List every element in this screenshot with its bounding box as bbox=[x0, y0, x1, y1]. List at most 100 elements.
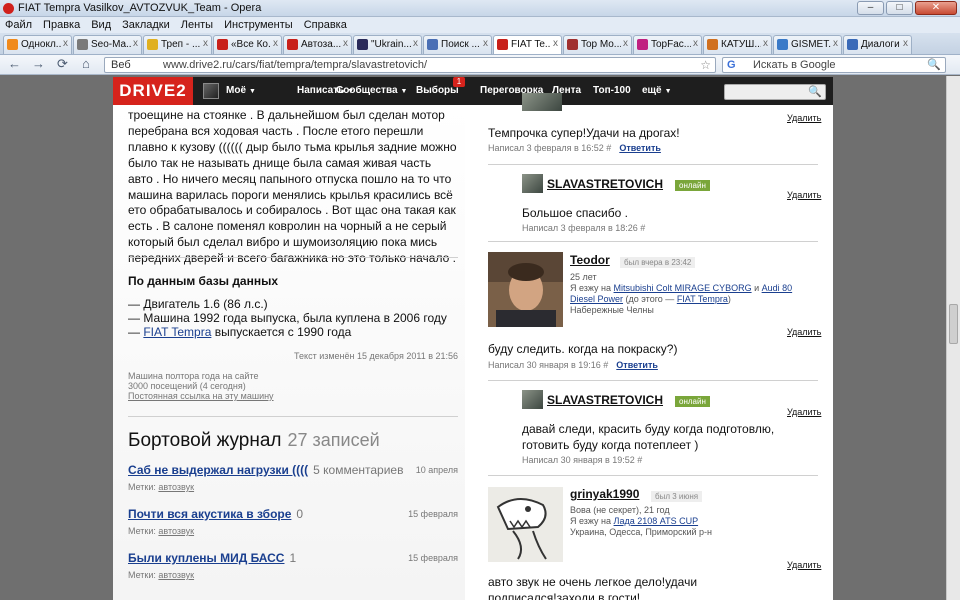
tab-close-icon[interactable]: x bbox=[623, 38, 628, 49]
reload-button[interactable]: ⟳ bbox=[57, 57, 68, 71]
tab-close-icon[interactable]: x bbox=[483, 38, 488, 49]
tag-link[interactable]: автозвук bbox=[158, 570, 194, 580]
menu-item[interactable]: Файл bbox=[0, 18, 38, 31]
minimize-button[interactable]: – bbox=[857, 1, 884, 15]
site-nav-label: ещё bbox=[642, 85, 662, 96]
delete-link[interactable]: Удалить bbox=[787, 327, 821, 337]
logbook-title[interactable]: Бортовой журнал bbox=[128, 430, 282, 451]
tab-label: GISMET... bbox=[791, 39, 831, 50]
tab-favicon-icon bbox=[7, 39, 18, 50]
menu-item[interactable]: Вид bbox=[86, 18, 117, 31]
site-nav-item[interactable]: Выборы bbox=[416, 85, 459, 96]
tab-close-icon[interactable]: x bbox=[63, 38, 68, 49]
drive2-logo[interactable]: DRIVE2 bbox=[113, 77, 193, 105]
site-nav-item[interactable]: Моё ▼ bbox=[226, 85, 256, 96]
tab-close-icon[interactable]: x bbox=[133, 38, 138, 49]
site-nav-item[interactable]: ещё ▼ bbox=[642, 85, 672, 96]
menu-item[interactable]: Ленты bbox=[176, 18, 219, 31]
search-icon[interactable]: 🔍 bbox=[927, 58, 941, 71]
menu-item[interactable]: Закладки bbox=[117, 18, 176, 31]
tag-link[interactable]: автозвук bbox=[158, 526, 194, 536]
username-link[interactable]: Teodor bbox=[570, 253, 610, 267]
browser-tab[interactable]: Top Mo... x bbox=[563, 35, 632, 54]
site-search-input[interactable]: 🔍 bbox=[724, 84, 826, 100]
entry-title-link[interactable]: Были куплены МИД БАСС bbox=[128, 551, 284, 565]
back-button[interactable]: ← bbox=[8, 57, 21, 71]
username-link[interactable]: grinyak1990 bbox=[570, 487, 639, 501]
reply-link[interactable]: Ответить bbox=[616, 360, 658, 370]
tab-favicon-icon bbox=[637, 39, 648, 50]
divider bbox=[488, 241, 818, 242]
username-link[interactable]: SLAVASTRETOVICH bbox=[547, 177, 663, 191]
slavastretovich-avatar[interactable] bbox=[522, 390, 543, 409]
divider bbox=[488, 164, 818, 165]
delete-link[interactable]: Удалить bbox=[787, 407, 821, 417]
browser-tab[interactable]: Однокл... x bbox=[3, 35, 72, 54]
home-button[interactable]: ⌂ bbox=[82, 57, 90, 71]
tab-close-icon[interactable]: x bbox=[413, 38, 418, 49]
teodor-avatar[interactable] bbox=[488, 252, 563, 327]
google-search-field[interactable]: G Искать в Google 🔍 bbox=[722, 57, 946, 73]
divider bbox=[128, 416, 458, 417]
user-avatar-icon[interactable] bbox=[203, 83, 219, 99]
tab-close-icon[interactable]: x bbox=[273, 38, 278, 49]
browser-tab[interactable]: Seo-Ma... x bbox=[73, 35, 142, 54]
divider bbox=[128, 257, 458, 258]
delete-link[interactable]: Удалить bbox=[787, 113, 821, 123]
bookmark-star-icon[interactable]: ☆ bbox=[700, 58, 711, 72]
comment-text: Темпрочка супер!Удачи на дрогах! bbox=[488, 126, 680, 140]
tab-close-icon[interactable]: x bbox=[903, 38, 908, 49]
slavastretovich-avatar[interactable] bbox=[522, 174, 543, 193]
tab-close-icon[interactable]: x bbox=[833, 38, 838, 49]
comment-meta: Написал 30 января в 19:16 # Ответить bbox=[488, 360, 658, 370]
tab-close-icon[interactable]: x bbox=[693, 38, 698, 49]
site-nav-item[interactable]: Сообщества ▼ bbox=[336, 85, 407, 96]
reply-link[interactable]: Ответить bbox=[619, 143, 661, 153]
site-nav-item[interactable]: Топ-100 bbox=[593, 85, 631, 96]
tab-close-icon[interactable]: x bbox=[553, 38, 558, 49]
menu-item[interactable]: Правка bbox=[38, 18, 86, 31]
fiat-tempra-link[interactable]: FIAT Tempra bbox=[143, 325, 211, 339]
url-text[interactable]: www.drive2.ru/cars/fiat/tempra/tempra/sl… bbox=[163, 59, 427, 71]
browser-tab[interactable]: «Все Ко...x bbox=[213, 35, 282, 54]
delete-link[interactable]: Удалить bbox=[787, 560, 821, 570]
browser-tab[interactable]: Диалоги x bbox=[843, 35, 912, 54]
browser-tab[interactable]: Треп - ... x bbox=[143, 35, 212, 54]
tab-favicon-icon bbox=[707, 39, 718, 50]
tab-close-icon[interactable]: x bbox=[343, 38, 348, 49]
browser-tab[interactable]: GISMET...x bbox=[773, 35, 842, 54]
browser-tab[interactable]: КАТУШ... x bbox=[703, 35, 772, 54]
search-icon[interactable]: 🔍 bbox=[808, 85, 822, 98]
commenter-avatar[interactable] bbox=[522, 93, 562, 111]
vertical-scrollbar[interactable] bbox=[946, 76, 960, 600]
entry-title-link[interactable]: Саб не выдержал нагрузки (((( bbox=[128, 463, 308, 477]
before-end: ) bbox=[727, 294, 731, 304]
delete-link[interactable]: Удалить bbox=[787, 190, 821, 200]
menu-item[interactable]: Справка bbox=[299, 18, 353, 31]
grinyak-avatar[interactable] bbox=[488, 487, 563, 562]
browser-tab[interactable]: Поиск ... x bbox=[423, 35, 492, 54]
car-link[interactable]: Лада 2108 ATS CUP bbox=[614, 516, 699, 526]
car-link[interactable]: Mitsubishi Colt MIRAGE CYBORG bbox=[614, 283, 752, 293]
menu-item[interactable]: Инструменты bbox=[219, 18, 299, 31]
maximize-button[interactable]: □ bbox=[886, 1, 913, 15]
caret-down-icon: ▼ bbox=[664, 88, 672, 95]
tab-close-icon[interactable]: x bbox=[203, 38, 208, 49]
browser-tab[interactable]: Автоза... x bbox=[283, 35, 352, 54]
car-link[interactable]: FIAT Tempra bbox=[677, 294, 728, 304]
browser-tab[interactable]: TopFac... x bbox=[633, 35, 702, 54]
scrollbar-thumb[interactable] bbox=[949, 304, 958, 344]
forward-button[interactable]: → bbox=[32, 57, 45, 71]
tag-link[interactable]: автозвук bbox=[158, 482, 194, 492]
close-window-button[interactable]: ✕ bbox=[915, 1, 957, 15]
entry-title-link[interactable]: Почти вся акустика в зборе bbox=[128, 507, 291, 521]
browser-tab[interactable]: FIAT Te... x bbox=[493, 35, 562, 54]
username-link[interactable]: SLAVASTRETOVICH bbox=[547, 393, 663, 407]
tab-favicon-icon bbox=[357, 39, 368, 50]
tab-close-icon[interactable]: x bbox=[763, 38, 768, 49]
browser-tab[interactable]: "Ukrain... x bbox=[353, 35, 422, 54]
address-field[interactable]: Веб www.drive2.ru/cars/fiat/tempra/tempr… bbox=[104, 57, 716, 73]
tab-label: КАТУШ... bbox=[721, 39, 761, 50]
permalink-link[interactable]: Постоянная ссылка на эту машину bbox=[128, 391, 274, 401]
google-icon[interactable]: G bbox=[727, 59, 736, 71]
